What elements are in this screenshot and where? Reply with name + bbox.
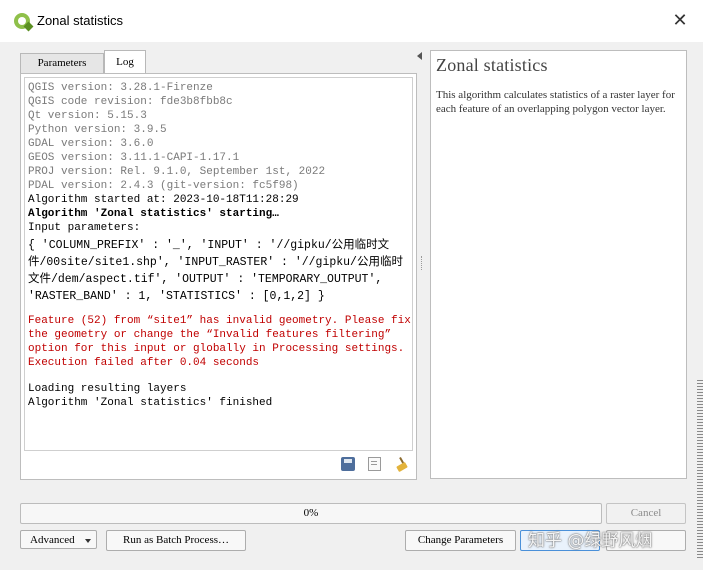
log-line: GDAL version: 3.6.0 <box>28 138 154 150</box>
qgis-logo-icon <box>14 13 30 29</box>
watermark: 知乎 @绿野风烟 <box>528 531 653 551</box>
log-line: Algorithm 'Zonal statistics' starting… <box>28 208 279 220</box>
progress-bar: 0% <box>20 503 602 524</box>
log-panel: QGIS version: 3.28.1-Firenze QGIS code re… <box>20 73 417 480</box>
help-panel: Zonal statistics This algorithm calculat… <box>430 50 687 479</box>
tab-log[interactable]: Log <box>104 50 146 74</box>
run-batch-button[interactable]: Run as Batch Process… <box>106 530 246 551</box>
log-spacer <box>28 370 412 382</box>
log-line: Input parameters: <box>28 222 141 234</box>
advanced-button[interactable]: Advanced <box>20 530 97 549</box>
splitter-handle[interactable] <box>421 256 424 270</box>
log-output[interactable]: QGIS version: 3.28.1-Firenze QGIS code re… <box>24 77 413 451</box>
save-icon[interactable] <box>341 457 355 471</box>
log-spacer <box>28 307 412 314</box>
tab-parameters[interactable]: Parameters <box>20 53 104 74</box>
chevron-down-icon <box>85 539 91 543</box>
log-line: PROJ version: Rel. 9.1.0, September 1st,… <box>28 166 326 178</box>
change-parameters-button[interactable]: Change Parameters <box>405 530 516 551</box>
log-line: Algorithm started at: 2023-10-18T11:28:2… <box>28 194 299 206</box>
close-icon[interactable]: ✕ <box>670 10 690 30</box>
progress-label: 0% <box>303 507 319 519</box>
help-description: This algorithm calculates statistics of … <box>436 89 675 115</box>
log-line: QGIS code revision: fde3b8fbb8c <box>28 96 233 108</box>
log-line: QGIS version: 3.28.1-Firenze <box>28 82 213 94</box>
log-line: Qt version: 5.15.3 <box>28 110 147 122</box>
log-line: Feature (52) from “site1” has invalid ge… <box>28 315 411 355</box>
log-line: GEOS version: 3.11.1-CAPI-1.17.1 <box>28 152 240 164</box>
window-title: Zonal statistics <box>37 13 123 28</box>
help-title: Zonal statistics <box>436 55 548 75</box>
log-line: Python version: 3.9.5 <box>28 124 167 136</box>
background-edge <box>697 380 703 560</box>
cancel-button[interactable]: Cancel <box>606 503 686 524</box>
log-line: Execution failed after 0.04 seconds <box>28 357 260 369</box>
collapse-help-arrow-icon[interactable] <box>417 52 422 60</box>
title-bar: Zonal statistics ✕ <box>0 0 703 42</box>
log-line: PDAL version: 2.4.3 (git-version: fc5f98… <box>28 180 299 192</box>
clear-icon[interactable] <box>395 457 409 471</box>
log-line: Algorithm 'Zonal statistics' finished <box>28 397 273 409</box>
advanced-button-label: Advanced <box>30 534 75 546</box>
log-lines: QGIS version: 3.28.1-Firenze QGIS code re… <box>25 78 412 410</box>
copy-icon[interactable] <box>368 457 381 471</box>
log-line: { 'COLUMN_PREFIX' : '_', 'INPUT' : '//gi… <box>28 239 403 303</box>
log-line: Loading resulting layers <box>28 383 187 395</box>
